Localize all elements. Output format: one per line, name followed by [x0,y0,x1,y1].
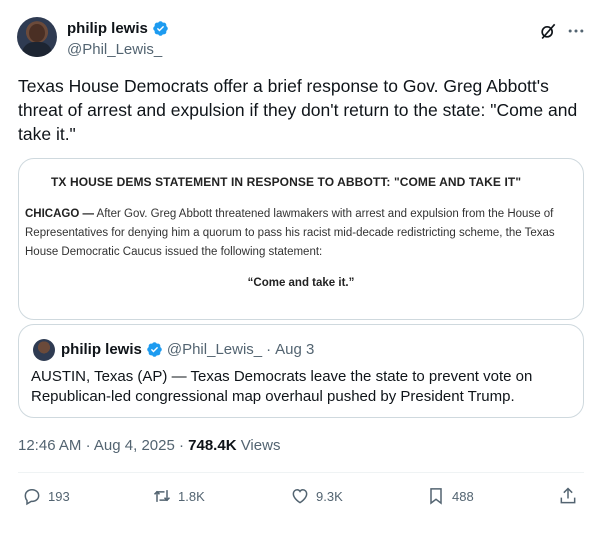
action-bar: 193 1.8K 9.3K 488 [22,486,582,508]
meta-separator: · [85,437,91,454]
quoted-header: philip lewis @Phil_Lewis_ · Aug 3 [61,341,314,358]
statement-dateline: CHICAGO — [25,208,94,220]
repost-icon [153,490,171,502]
quoted-text: AUSTIN, Texas (AP) — Texas Democrats lea… [31,368,533,405]
like-count: 9.3K [316,488,343,504]
statement-image-card[interactable]: TX HOUSE DEMS STATEMENT IN RESPONSE TO A… [18,158,584,320]
author-avatar[interactable] [17,17,57,57]
repost-count: 1.8K [178,488,205,504]
repost-button[interactable]: 1.8K [152,486,205,506]
like-icon [292,488,308,504]
meta-separator-2: · [178,437,184,454]
tweet-text: Texas House Democrats offer a brief resp… [18,76,578,144]
tweet-time[interactable]: 12:46 AM [18,437,81,454]
statement-body-text: After Gov. Greg Abbott threatened lawmak… [25,208,555,258]
reply-count: 193 [48,488,70,504]
statement-body: CHICAGO — After Gov. Greg Abbott threate… [25,205,555,262]
reply-icon [24,489,40,506]
quoted-avatar [33,339,55,361]
tweet-date[interactable]: Aug 4, 2025 [94,437,175,454]
share-icon [560,487,576,504]
verified-badge-icon [147,342,162,357]
grok-icon[interactable] [538,21,558,41]
quoted-tweet[interactable]: philip lewis @Phil_Lewis_ · Aug 3 AUSTIN… [18,324,584,418]
bookmark-button[interactable]: 488 [426,486,474,506]
bookmark-icon [430,488,442,505]
like-button[interactable]: 9.3K [290,486,343,506]
statement-quote: “Come and take it.” [247,277,355,289]
tweet-meta: 12:46 AM · Aug 4, 2025 · 748.4K Views [18,437,280,454]
share-button[interactable] [558,486,578,506]
views-count[interactable]: 748.4K [188,437,236,454]
quoted-date: Aug 3 [275,341,315,358]
divider [18,472,584,473]
quoted-separator: · [266,341,272,358]
views-label: Views [240,437,281,454]
reply-button[interactable]: 193 [22,486,70,506]
author-name-row: philip lewis [67,20,169,37]
quoted-display-name: philip lewis [61,341,142,358]
author-display-name[interactable]: philip lewis [67,20,148,37]
statement-title: TX HOUSE DEMS STATEMENT IN RESPONSE TO A… [51,175,522,189]
bookmark-count: 488 [452,488,474,504]
quoted-handle: @Phil_Lewis_ [166,341,263,358]
author-handle[interactable]: @Phil_Lewis_ [67,41,162,58]
more-icon[interactable] [566,21,586,41]
verified-badge-icon[interactable] [152,20,169,37]
